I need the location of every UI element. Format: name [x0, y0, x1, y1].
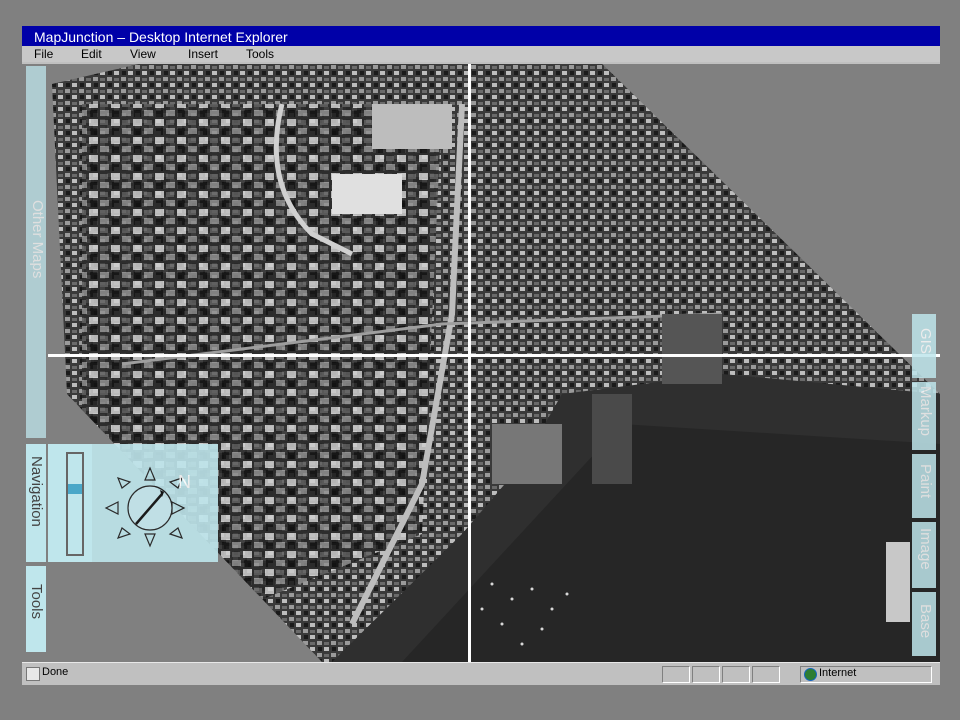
pan-east-arrow[interactable] — [171, 501, 186, 515]
navigation-tab[interactable]: Navigation — [26, 444, 46, 562]
pan-south-arrow[interactable] — [144, 533, 156, 548]
status-cell — [752, 666, 780, 683]
menu-insert[interactable]: Insert — [188, 46, 218, 62]
tab-base[interactable]: Base — [912, 592, 936, 656]
status-cell — [692, 666, 720, 683]
status-cell — [662, 666, 690, 683]
title-bar: MapJunction – Desktop Internet Explorer — [22, 26, 940, 46]
tab-paint[interactable]: Paint — [912, 454, 936, 518]
tab-base-label: Base — [917, 604, 934, 639]
zone-cell: Internet — [800, 666, 932, 683]
zoom-slider[interactable] — [66, 452, 84, 556]
menu-tools[interactable]: Tools — [246, 46, 274, 62]
pan-west-arrow[interactable] — [104, 501, 119, 515]
tab-markup[interactable]: Markup — [912, 382, 936, 450]
pan-southwest-arrow[interactable] — [116, 527, 132, 539]
other-maps-tab[interactable]: Other Maps — [26, 66, 46, 498]
tab-gis-label: GIS — [917, 328, 934, 354]
tab-paint-label: Paint — [917, 464, 934, 499]
zoom-slider-thumb[interactable] — [68, 484, 82, 494]
pan-north-arrow[interactable] — [144, 466, 156, 481]
compass-panel: N — [92, 444, 218, 562]
menu-edit[interactable]: Edit — [81, 46, 102, 62]
zone-label: Internet — [819, 667, 857, 679]
zoom-panel — [48, 444, 92, 562]
map-viewport[interactable] — [22, 64, 940, 662]
compass-rose: N — [104, 466, 191, 548]
crosshair-horizontal — [48, 354, 940, 357]
north-label: N — [178, 472, 191, 492]
pan-northwest-arrow[interactable] — [116, 477, 132, 489]
page-icon — [26, 667, 40, 681]
pan-southeast-arrow[interactable] — [168, 527, 184, 539]
tab-image-label: Image — [917, 528, 934, 570]
status-bar: Done Internet — [22, 662, 940, 685]
tab-image[interactable]: Image — [912, 522, 936, 588]
status-cell — [722, 666, 750, 683]
navigation-label: Navigation — [28, 456, 45, 527]
crosshair-vertical — [468, 64, 471, 662]
tools-label: Tools — [28, 584, 45, 620]
globe-icon — [804, 668, 817, 681]
tab-gis[interactable]: GIS — [912, 314, 936, 378]
tab-markup-label: Markup — [917, 386, 934, 437]
menu-bar: File Edit View Insert Tools — [22, 46, 940, 62]
menu-view[interactable]: View — [130, 46, 156, 62]
browser-window: MapJunction – Desktop Internet Explorer … — [22, 26, 940, 685]
window-title: MapJunction – Desktop Internet Explorer — [34, 29, 288, 45]
tools-tab[interactable]: Tools — [26, 566, 46, 652]
aerial-map[interactable] — [22, 64, 940, 662]
menu-file[interactable]: File — [34, 46, 53, 62]
status-text: Done — [42, 666, 69, 678]
other-maps-label: Other Maps — [29, 200, 46, 279]
